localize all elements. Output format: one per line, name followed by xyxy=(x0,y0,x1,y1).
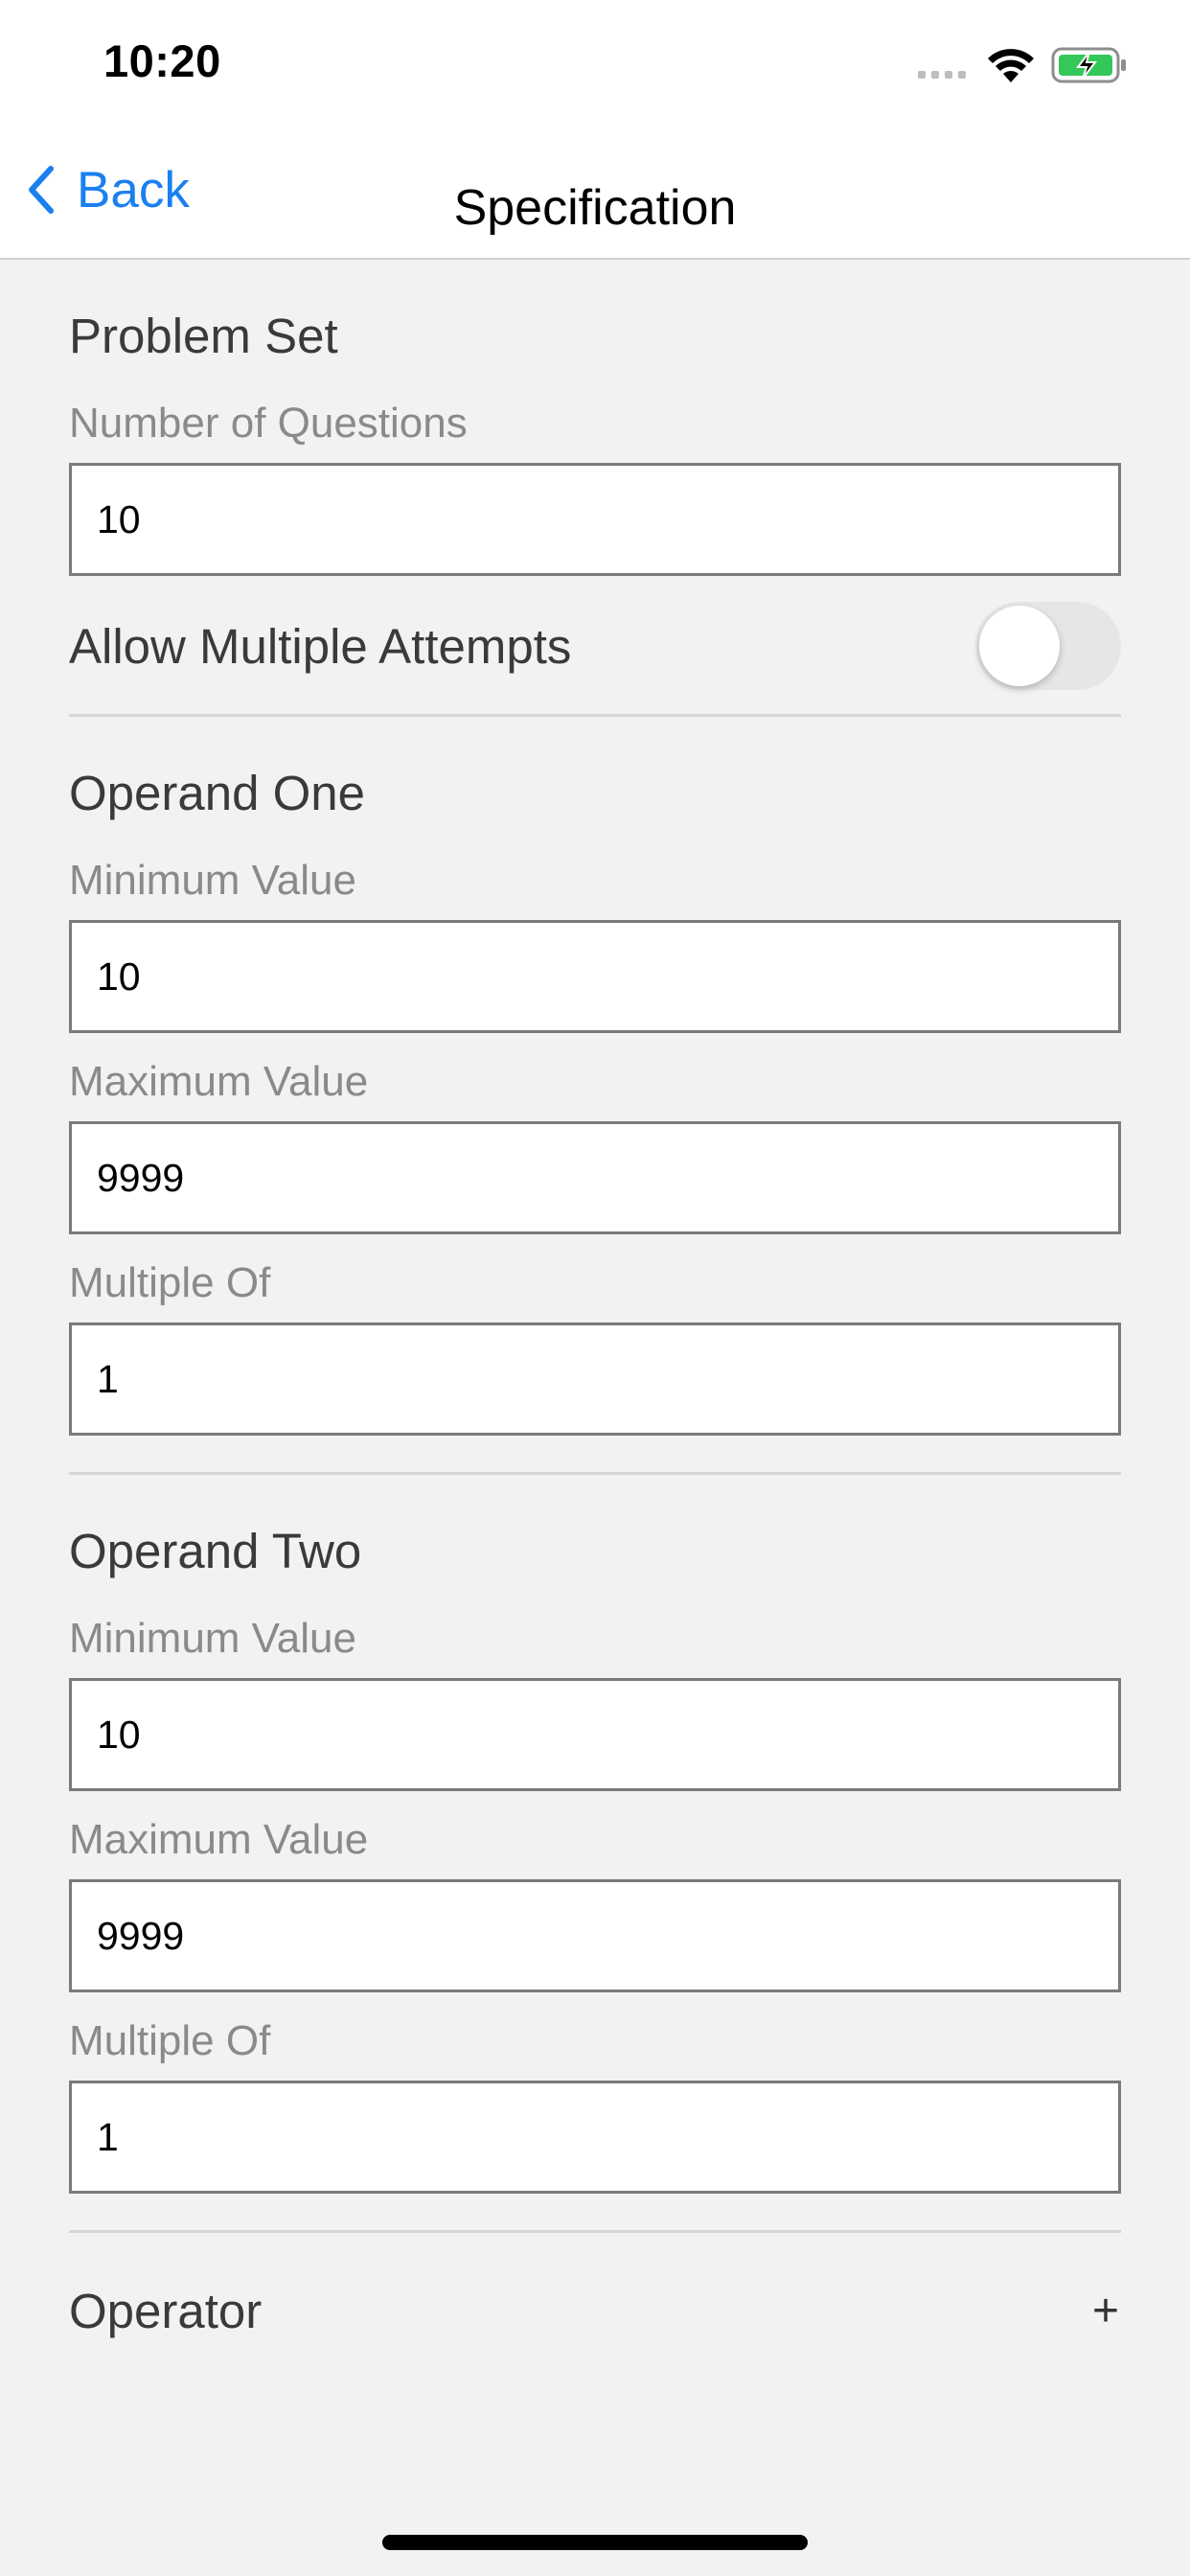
operator-row[interactable]: Operator + xyxy=(69,2233,1121,2388)
operand-one-max-label: Maximum Value xyxy=(69,1058,369,1105)
operand-two-max-input[interactable]: 9999 xyxy=(69,1879,1121,1992)
operand-two-multiple-label: Multiple Of xyxy=(69,2017,271,2064)
wifi-icon xyxy=(988,49,1034,82)
status-bar: 10:20 xyxy=(0,0,1190,129)
multiple-attempts-label: Allow Multiple Attempts xyxy=(69,618,572,674)
section-title-problem-set: Problem Set xyxy=(69,309,338,363)
battery-charging-icon xyxy=(1051,47,1126,83)
multiple-attempts-row: Allow Multiple Attempts xyxy=(69,576,1121,716)
settings-form: Problem Set Number of Questions 10 Allow… xyxy=(69,260,1121,2388)
multiple-attempts-toggle[interactable] xyxy=(975,602,1121,690)
cellular-signal-icon xyxy=(918,71,966,79)
operand-two-min-input[interactable]: 10 xyxy=(69,1678,1121,1791)
operand-two-max-label: Maximum Value xyxy=(69,1816,369,1863)
operand-one-multiple-input[interactable]: 1 xyxy=(69,1322,1121,1436)
operand-one-multiple-label: Multiple Of xyxy=(69,1259,271,1306)
num-questions-input[interactable]: 10 xyxy=(69,463,1121,576)
operator-label: Operator xyxy=(69,2283,263,2338)
operator-value[interactable]: + xyxy=(1092,2285,1119,2337)
operand-one-min-label: Minimum Value xyxy=(69,857,356,904)
status-time: 10:20 xyxy=(103,35,221,86)
home-indicator xyxy=(382,2535,808,2550)
toggle-knob xyxy=(979,606,1060,686)
operand-two-min-label: Minimum Value xyxy=(69,1615,356,1662)
operand-one-max-input[interactable]: 9999 xyxy=(69,1121,1121,1234)
operand-one-min-input[interactable]: 10 xyxy=(69,920,1121,1033)
num-questions-label: Number of Questions xyxy=(69,400,468,447)
navigation-bar: Back Specification xyxy=(0,129,1190,260)
operand-two-multiple-input[interactable]: 1 xyxy=(69,2081,1121,2194)
section-title-operand-two: Operand Two xyxy=(69,1524,362,1578)
page-title: Specification xyxy=(453,180,737,236)
section-title-operand-one: Operand One xyxy=(69,766,366,820)
